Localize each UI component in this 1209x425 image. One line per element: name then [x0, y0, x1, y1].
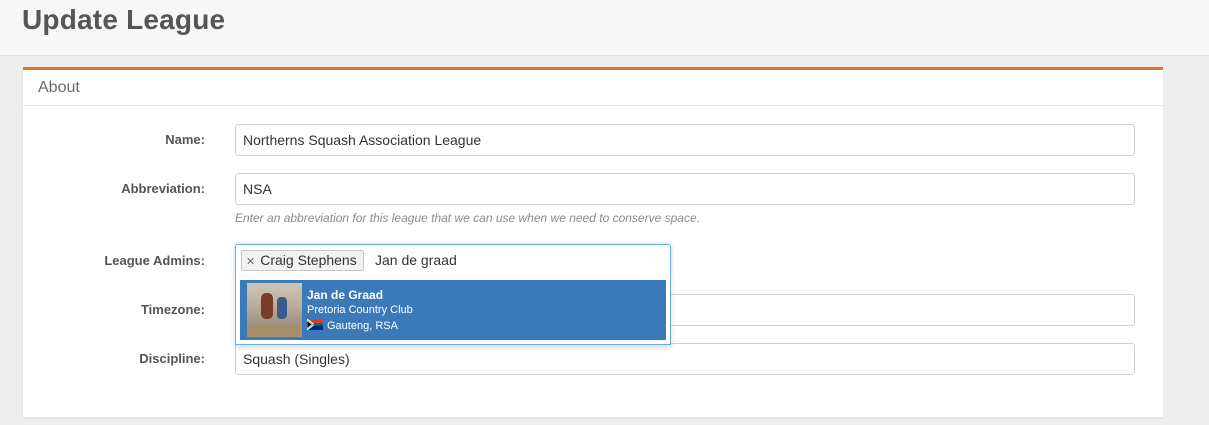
admin-search-text[interactable]: Jan de graad — [375, 252, 457, 268]
suggestion-location: Gauteng, RSA — [307, 319, 398, 332]
suggestion-name: Jan de Graad — [307, 288, 384, 302]
avatar — [247, 283, 302, 337]
abbreviation-label: Abbreviation: — [121, 181, 205, 196]
suggestion-item[interactable]: Jan de Graad Pretoria Country Club Gaute… — [240, 280, 666, 340]
league-admins-input[interactable]: ✕ Craig Stephens Jan de graad — [235, 244, 671, 278]
abbreviation-help-text: Enter an abbreviation for this league th… — [235, 211, 700, 225]
discipline-label: Discipline: — [139, 351, 205, 366]
admin-suggestions-dropdown: Jan de Graad Pretoria Country Club Gaute… — [235, 277, 671, 345]
page-title: Update League — [22, 4, 226, 35]
name-input[interactable]: Northerns Squash Association League — [235, 124, 1135, 156]
close-icon[interactable]: ✕ — [246, 256, 255, 268]
discipline-select[interactable]: Squash (Singles) — [235, 343, 1135, 375]
league-admins-label: League Admins: — [104, 253, 205, 268]
admin-chip: ✕ Craig Stephens — [241, 250, 364, 271]
suggestion-location-text: Gauteng, RSA — [327, 320, 398, 332]
page-header: Update League — [0, 0, 1209, 56]
timezone-label: Timezone: — [140, 302, 205, 317]
about-panel: About Name: Northerns Squash Association… — [23, 67, 1163, 417]
admin-chip-label: Craig Stephens — [260, 252, 357, 268]
abbreviation-input[interactable]: NSA — [235, 173, 1135, 205]
panel-header: About — [23, 70, 1163, 106]
name-label: Name: — [165, 132, 205, 147]
south-africa-flag-icon — [307, 319, 323, 330]
suggestion-club: Pretoria Country Club — [307, 304, 413, 316]
